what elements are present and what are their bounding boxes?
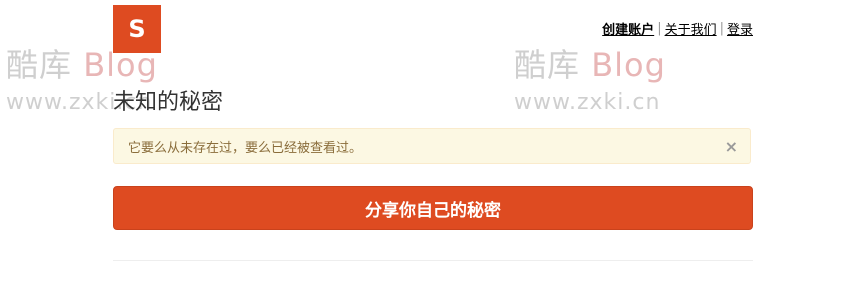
watermark-brand: 酷库 [6,46,73,84]
watermark-url: www.zxki.cn [514,90,661,115]
create-account-link[interactable]: 创建账户 [602,19,654,38]
divider [113,260,753,261]
logo[interactable]: S [113,5,161,53]
login-link[interactable]: 登录 [727,19,753,38]
nav-separator: | [657,21,662,36]
page-title: 未知的秘密 [113,90,224,115]
about-us-link[interactable]: 关于我们 [665,19,717,38]
top-nav: 创建账户 | 关于我们 | 登录 [602,19,753,38]
logo-letter: S [128,15,146,43]
watermark-blog: Blog [591,46,666,84]
share-secret-button[interactable]: 分享你自己的秘密 [113,186,753,230]
watermark-brand: 酷库 [514,46,581,84]
watermark: 酷库 Blog www.zxki.cn [514,40,666,115]
close-icon[interactable]: × [725,137,738,156]
alert-message: 它要么从未存在过，要么已经被查看过。 [128,140,363,156]
warning-alert: 它要么从未存在过，要么已经被查看过。 × [113,128,751,164]
nav-separator: | [719,21,724,36]
